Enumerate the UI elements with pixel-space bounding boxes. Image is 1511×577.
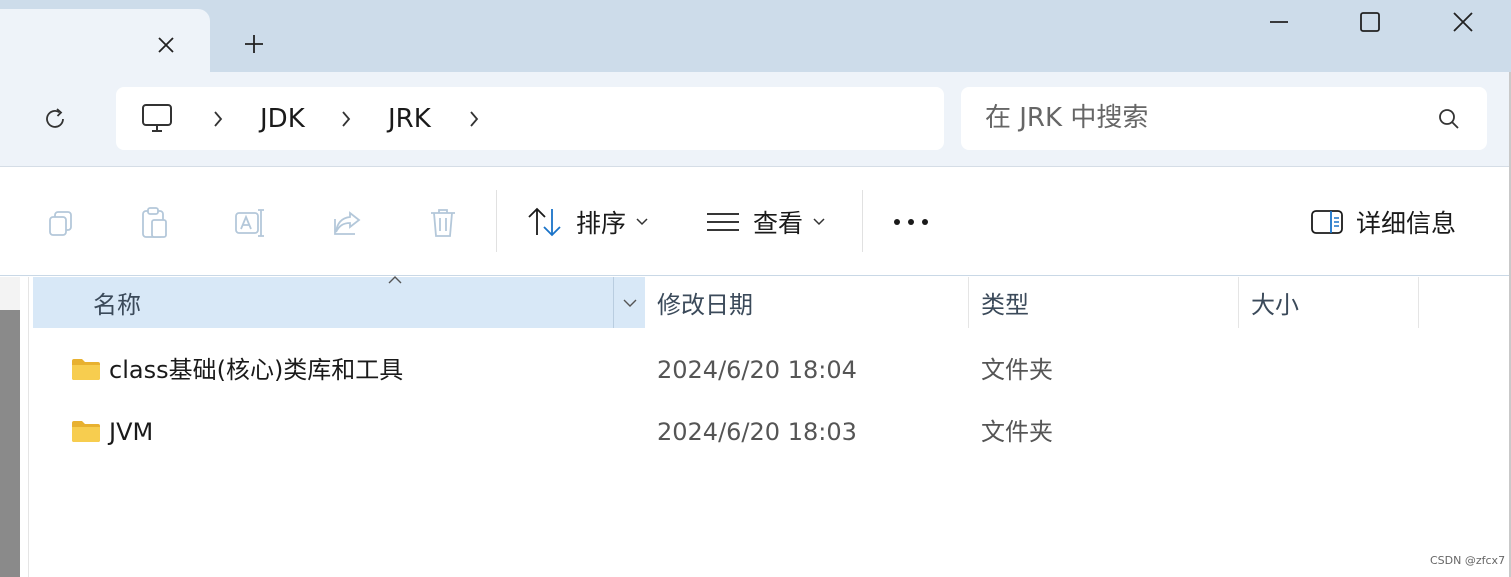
minimize-icon[interactable]	[1234, 0, 1324, 44]
search-input[interactable]	[983, 97, 1423, 139]
file-modified: 2024/6/20 18:04	[657, 356, 857, 384]
sort-label: 排序	[576, 209, 627, 238]
active-tab[interactable]	[0, 9, 210, 72]
file-list: 名称 修改日期 类型 大小 class基础(核心)类库和工具 2024/6/20…	[0, 276, 1511, 577]
view-button[interactable]: 查看	[705, 198, 825, 246]
search-icon[interactable]	[1435, 105, 1463, 133]
share-icon[interactable]	[325, 201, 369, 245]
pane-divider	[28, 277, 29, 577]
details-label: 详细信息	[1356, 209, 1457, 238]
column-label-modified: 修改日期	[657, 291, 753, 319]
breadcrumb-item-jdk[interactable]: JDK	[260, 101, 305, 137]
chevron-down-icon	[623, 299, 636, 307]
chevron-right-icon[interactable]	[338, 107, 354, 131]
table-row[interactable]: class基础(核心)类库和工具 2024/6/20 18:04 文件夹	[33, 344, 1473, 396]
table-row[interactable]: JVM 2024/6/20 18:03 文件夹	[33, 406, 1473, 458]
column-header-name[interactable]: 名称	[33, 276, 645, 328]
toolbar-divider	[862, 190, 863, 252]
close-icon[interactable]	[150, 29, 182, 61]
sort-icon	[528, 207, 561, 237]
sort-ascending-icon	[385, 273, 405, 287]
column-label-type: 类型	[981, 291, 1029, 319]
details-pane-button[interactable]: 详细信息	[1310, 198, 1456, 246]
nav-pane-scrollbar[interactable]	[0, 310, 20, 577]
title-bar	[0, 0, 1511, 72]
file-name[interactable]: class基础(核心)类库和工具	[109, 344, 403, 396]
file-type: 文件夹	[981, 356, 1053, 384]
new-tab-button[interactable]	[236, 26, 272, 62]
address-bar[interactable]: JDK JRK	[116, 87, 944, 150]
close-window-icon[interactable]	[1418, 0, 1508, 44]
folder-icon	[72, 421, 100, 442]
column-filter-dropdown[interactable]	[613, 277, 645, 328]
file-modified: 2024/6/20 18:03	[657, 418, 857, 446]
watermark: CSDN @zfcx7	[1430, 554, 1506, 567]
refresh-icon[interactable]	[36, 100, 74, 138]
maximize-icon[interactable]	[1325, 0, 1415, 44]
view-icon	[707, 213, 739, 231]
breadcrumb-item-jrk[interactable]: JRK	[388, 101, 431, 137]
navigation-bar: JDK JRK	[0, 72, 1511, 167]
delete-icon[interactable]	[421, 201, 465, 245]
column-label-size: 大小	[1251, 291, 1299, 319]
rename-icon[interactable]	[229, 201, 273, 245]
paste-icon[interactable]	[132, 201, 176, 245]
chevron-right-icon[interactable]	[210, 107, 226, 131]
more-options-icon[interactable]	[886, 198, 936, 246]
column-header-size[interactable]: 大小	[1239, 277, 1419, 328]
column-header-modified[interactable]: 修改日期	[645, 277, 969, 328]
this-pc-icon[interactable]	[138, 101, 176, 137]
search-box[interactable]	[961, 87, 1487, 150]
column-label-name: 名称	[93, 291, 141, 319]
command-bar: 排序 查看 详细信息	[0, 168, 1511, 276]
view-label: 查看	[753, 209, 804, 238]
folder-icon	[72, 359, 100, 380]
chevron-right-icon[interactable]	[466, 107, 482, 131]
chevron-down-icon	[636, 218, 648, 226]
details-pane-icon	[1311, 210, 1343, 234]
file-name[interactable]: JVM	[109, 406, 153, 458]
column-header-type[interactable]: 类型	[969, 277, 1239, 328]
toolbar-divider	[496, 190, 497, 252]
chevron-down-icon	[813, 218, 825, 226]
copy-icon[interactable]	[38, 201, 82, 245]
file-type: 文件夹	[981, 418, 1053, 446]
sort-button[interactable]: 排序	[526, 198, 648, 246]
